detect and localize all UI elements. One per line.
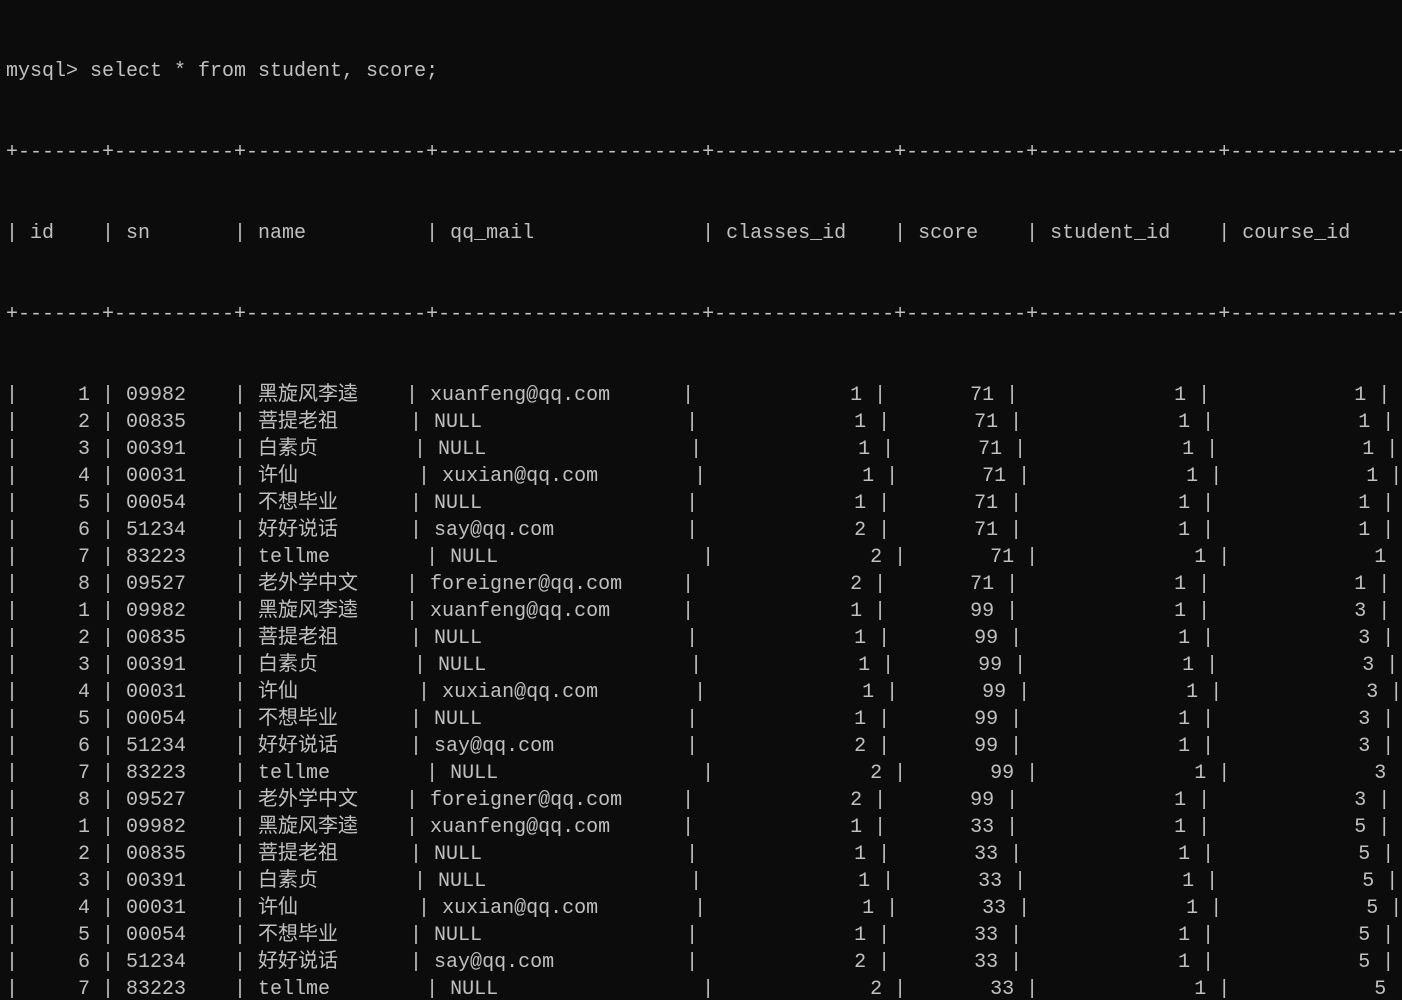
table-row: | 1 | 09982 | 黑旋风李逵 | xuanfeng@qq.com | … bbox=[6, 598, 1402, 625]
table-border-top: +-------+----------+---------------+----… bbox=[6, 139, 1402, 166]
table-row: | 6 | 51234 | 好好说话 | say@qq.com | 2 | 71… bbox=[6, 517, 1402, 544]
table-row: | 1 | 09982 | 黑旋风李逵 | xuanfeng@qq.com | … bbox=[6, 382, 1402, 409]
table-row: | 4 | 00031 | 许仙 | xuxian@qq.com | 1 | 9… bbox=[6, 679, 1402, 706]
table-row: | 7 | 83223 | tellme | NULL | 2 | 71 | 1… bbox=[6, 544, 1402, 571]
table-row: | 5 | 00054 | 不想毕业 | NULL | 1 | 33 | 1 |… bbox=[6, 922, 1402, 949]
table-row: | 4 | 00031 | 许仙 | xuxian@qq.com | 1 | 3… bbox=[6, 895, 1402, 922]
sql-prompt: mysql> select * from student, score; bbox=[6, 58, 1402, 85]
table-row: | 7 | 83223 | tellme | NULL | 2 | 99 | 1… bbox=[6, 760, 1402, 787]
table-row: | 5 | 00054 | 不想毕业 | NULL | 1 | 71 | 1 |… bbox=[6, 490, 1402, 517]
table-row: | 6 | 51234 | 好好说话 | say@qq.com | 2 | 99… bbox=[6, 733, 1402, 760]
terminal-output: mysql> select * from student, score; +--… bbox=[0, 0, 1402, 1000]
table-border-mid: +-------+----------+---------------+----… bbox=[6, 301, 1402, 328]
table-row: | 3 | 00391 | 白素贞 | NULL | 1 | 99 | 1 | … bbox=[6, 652, 1402, 679]
table-row: | 8 | 09527 | 老外学中文 | foreigner@qq.com |… bbox=[6, 571, 1402, 598]
table-row: | 5 | 00054 | 不想毕业 | NULL | 1 | 99 | 1 |… bbox=[6, 706, 1402, 733]
table-row: | 6 | 51234 | 好好说话 | say@qq.com | 2 | 33… bbox=[6, 949, 1402, 976]
table-row: | 4 | 00031 | 许仙 | xuxian@qq.com | 1 | 7… bbox=[6, 463, 1402, 490]
table-row: | 3 | 00391 | 白素贞 | NULL | 1 | 71 | 1 | … bbox=[6, 436, 1402, 463]
table-row: | 7 | 83223 | tellme | NULL | 2 | 33 | 1… bbox=[6, 976, 1402, 1000]
table-row: | 1 | 09982 | 黑旋风李逵 | xuanfeng@qq.com | … bbox=[6, 814, 1402, 841]
table-body: | 1 | 09982 | 黑旋风李逵 | xuanfeng@qq.com | … bbox=[6, 382, 1402, 1000]
table-row: | 2 | 00835 | 菩提老祖 | NULL | 1 | 71 | 1 |… bbox=[6, 409, 1402, 436]
table-row: | 2 | 00835 | 菩提老祖 | NULL | 1 | 33 | 1 |… bbox=[6, 841, 1402, 868]
table-row: | 3 | 00391 | 白素贞 | NULL | 1 | 33 | 1 | … bbox=[6, 868, 1402, 895]
table-row: | 2 | 00835 | 菩提老祖 | NULL | 1 | 99 | 1 |… bbox=[6, 625, 1402, 652]
table-header: | id | sn | name | qq_mail | classes_id … bbox=[6, 220, 1402, 247]
table-row: | 8 | 09527 | 老外学中文 | foreigner@qq.com |… bbox=[6, 787, 1402, 814]
